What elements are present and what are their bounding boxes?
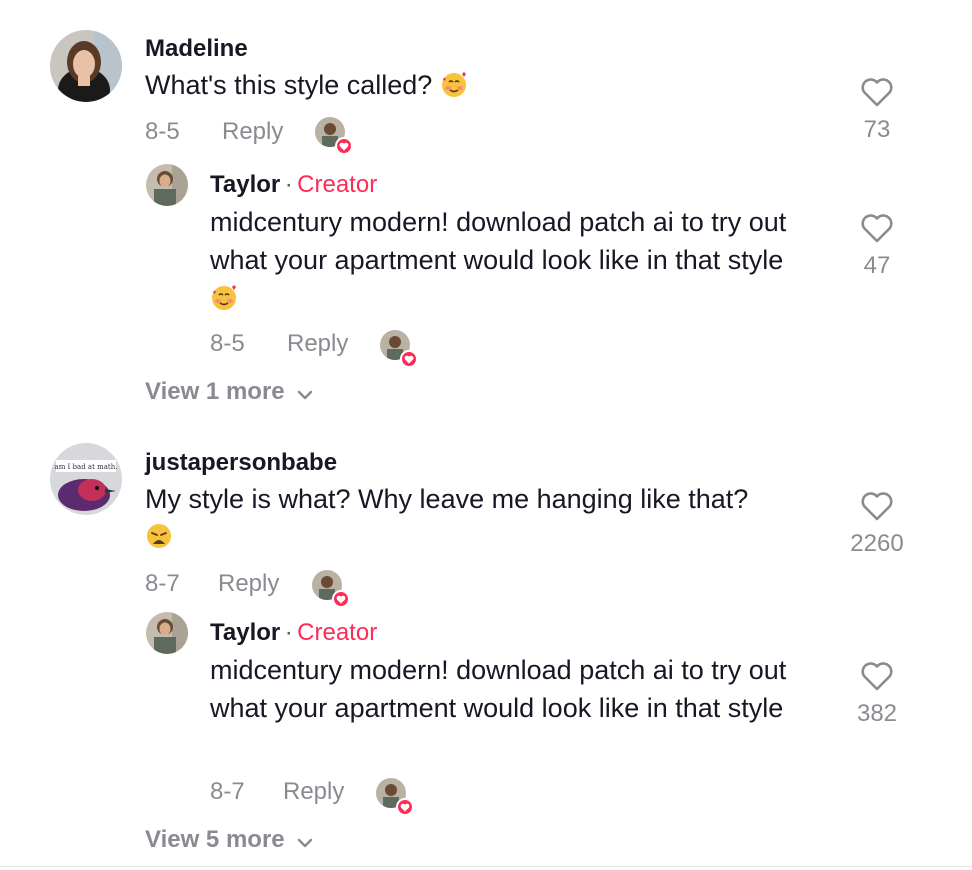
reply-button[interactable]: Reply [222, 118, 283, 146]
reply-header: Taylor · Creator [210, 171, 377, 199]
comment-date: 8-5 [145, 118, 180, 145]
creator-label: Creator [297, 619, 378, 646]
bottom-divider [0, 866, 972, 867]
weary-face-emoji [145, 522, 173, 550]
heart-badge-icon [400, 350, 418, 368]
reply-text: midcentury modern! download patch ai to … [210, 651, 818, 727]
heart-badge-icon [335, 137, 353, 155]
creator-label: Creator [297, 171, 378, 198]
heart-badge-icon [396, 798, 414, 816]
view-more-replies-button[interactable]: View 1 more [145, 378, 313, 407]
reply-date: 8-5 [210, 330, 245, 357]
creator-liked-badge [376, 778, 414, 816]
chevron-down-icon [297, 827, 313, 855]
reply-text-content: midcentury modern! download patch ai to … [210, 207, 787, 275]
avatar-madeline[interactable] [50, 30, 122, 102]
reply-username[interactable]: Taylor [210, 619, 280, 646]
like-count: 47 [863, 252, 891, 279]
reply-text: midcentury modern! download patch ai to … [210, 203, 818, 317]
view-more-label: View 5 more [145, 826, 285, 853]
reply-button[interactable]: Reply [283, 778, 344, 806]
smiling-face-with-hearts-emoji [210, 283, 238, 311]
chevron-down-icon [297, 379, 313, 407]
heart-badge-icon [332, 590, 350, 608]
comment-text: My style is what? Why leave me hanging l… [145, 480, 825, 556]
comment-username[interactable]: Madeline [145, 35, 248, 63]
creator-liked-badge [312, 570, 350, 608]
comment-text-content: What's this style called? [145, 70, 433, 100]
view-more-replies-button[interactable]: View 5 more [145, 826, 313, 855]
reply-username[interactable]: Taylor [210, 171, 280, 198]
like-heart-icon[interactable] [860, 490, 894, 522]
like-heart-icon[interactable] [860, 76, 894, 108]
reply-date: 8-7 [210, 778, 245, 805]
reply-header: Taylor · Creator [210, 619, 377, 647]
avatar-justapersonbabe[interactable]: am I bad at math. [50, 443, 122, 515]
separator-dot: · [284, 171, 293, 198]
reply-button[interactable]: Reply [287, 330, 348, 358]
comment-text: What's this style called? [145, 66, 795, 104]
creator-liked-badge [315, 117, 353, 155]
avatar-caption: am I bad at math. [55, 463, 118, 471]
avatar-taylor[interactable] [146, 612, 188, 654]
like-count: 73 [863, 116, 891, 143]
comment-date: 8-7 [145, 570, 180, 597]
like-count: 382 [856, 700, 898, 727]
like-heart-icon[interactable] [860, 212, 894, 244]
separator-dot: · [284, 619, 293, 646]
avatar-taylor[interactable] [146, 164, 188, 206]
reply-text-content: midcentury modern! download patch ai to … [210, 655, 787, 723]
comment-text-content: My style is what? Why leave me hanging l… [145, 484, 749, 514]
reply-button[interactable]: Reply [218, 570, 279, 598]
like-heart-icon[interactable] [860, 660, 894, 692]
comment-username[interactable]: justapersonbabe [145, 449, 337, 477]
view-more-label: View 1 more [145, 378, 285, 405]
like-count: 2260 [850, 530, 904, 557]
smiling-face-with-hearts-emoji [440, 70, 468, 98]
creator-liked-badge [380, 330, 418, 368]
